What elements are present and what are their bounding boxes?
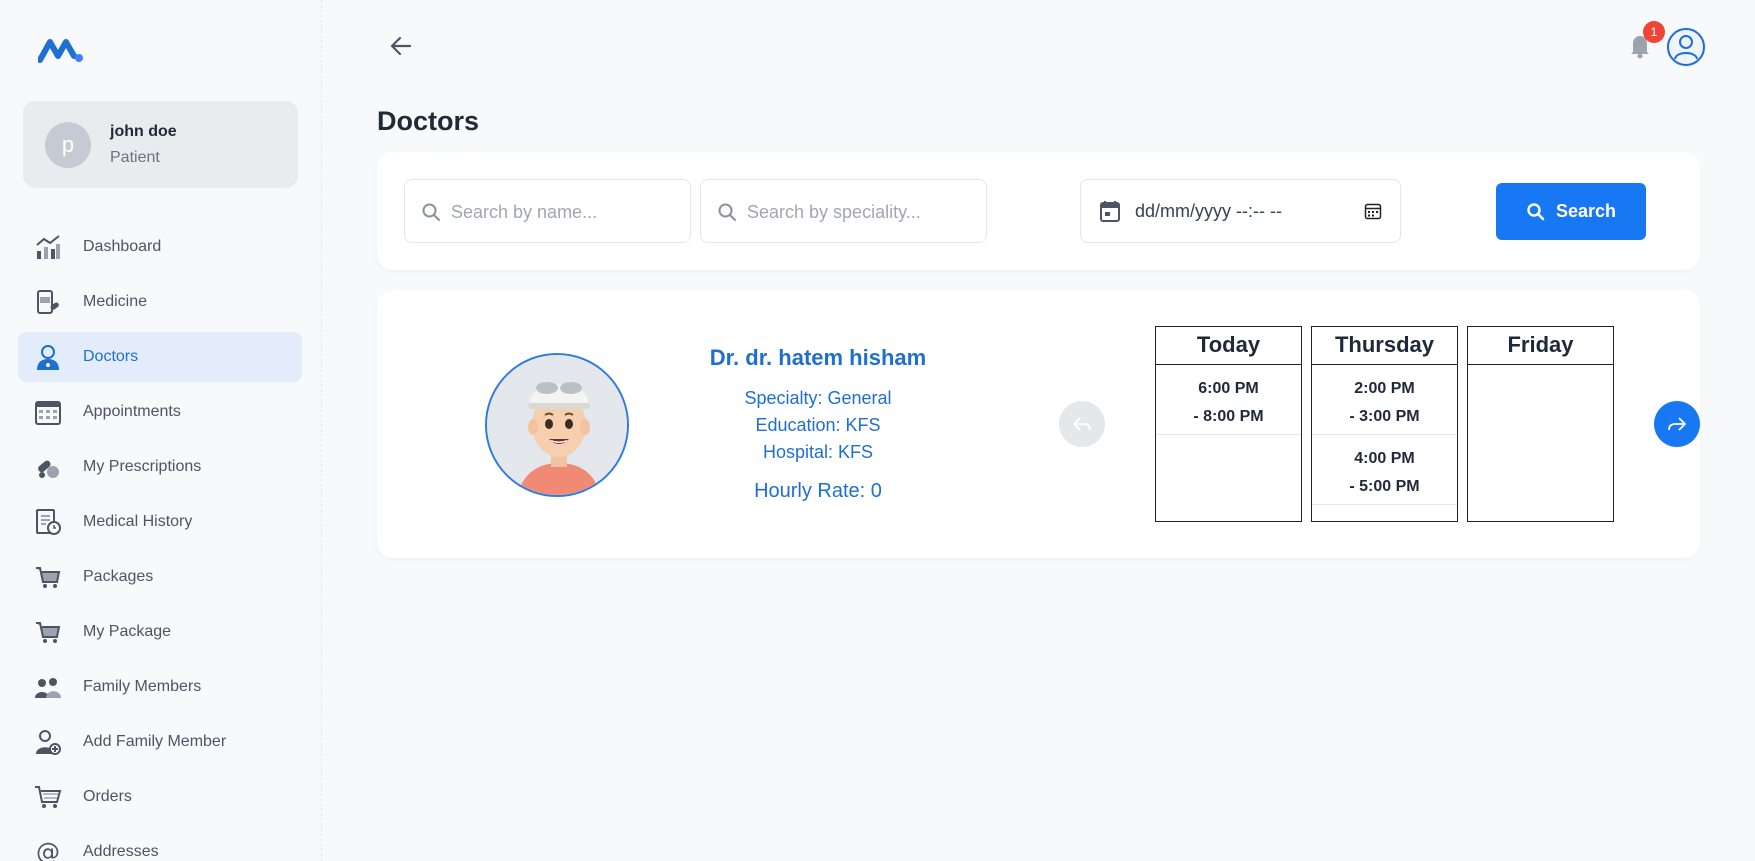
sidebar-item-label: Doctors xyxy=(83,348,139,365)
add-user-icon xyxy=(36,730,61,755)
doctor-cartoon-image xyxy=(487,355,627,495)
sidebar-item-appointments[interactable]: Appointments xyxy=(18,387,302,437)
search-icon xyxy=(1527,202,1545,220)
next-days-button[interactable] xyxy=(1654,401,1700,447)
sidebar-item-dashboard[interactable]: Dashboard xyxy=(18,222,302,272)
doctor-card[interactable]: Dr. dr. hatem hisham Specialty: General … xyxy=(377,290,1700,558)
slot-end: - 3:00 PM xyxy=(1349,408,1420,425)
search-by-speciality-input[interactable] xyxy=(747,190,967,234)
user-name: john doe xyxy=(110,123,177,140)
sidebar-item-label: Medical History xyxy=(83,513,193,530)
sidebar-item-label: Family Members xyxy=(83,678,202,695)
search-button-label: Search xyxy=(1555,201,1617,221)
medicine-icon xyxy=(37,290,59,314)
at-icon: @ xyxy=(36,838,60,861)
doctor-hourly-rate: Hourly Rate: 0 xyxy=(754,480,882,502)
cart-icon xyxy=(36,567,61,588)
avatar: p xyxy=(45,122,91,168)
schedule-day-thursday: Thursday 2:00 PM - 3:00 PM 4:00 PM - 5:0… xyxy=(1311,326,1458,522)
slot-end: - 8:00 PM xyxy=(1193,408,1264,425)
doctor-name[interactable]: Dr. dr. hatem hisham xyxy=(637,345,999,371)
svg-text:@: @ xyxy=(36,838,60,861)
sidebar-item-label: Orders xyxy=(83,788,132,805)
back-arrow-icon[interactable] xyxy=(388,33,414,59)
sidebar: p john doe Patient Dashboard Medicine Do… xyxy=(0,0,322,861)
slot-start: 2:00 PM xyxy=(1354,380,1415,397)
slot-end: - 5:00 PM xyxy=(1349,478,1420,495)
calendar-icon xyxy=(35,401,61,425)
sidebar-item-packages[interactable]: Packages xyxy=(18,552,302,602)
doctor-avatar xyxy=(485,353,629,497)
sidebar-item-doctors[interactable]: Doctors xyxy=(18,332,302,382)
schedule-day-today: Today 6:00 PM - 8:00 PM xyxy=(1155,326,1302,522)
sidebar-nav: Dashboard Medicine Doctors Appointments xyxy=(18,222,302,861)
day-heading: Today xyxy=(1156,327,1301,365)
undo-arrow-icon xyxy=(1073,417,1091,431)
sidebar-item-my-package[interactable]: My Package xyxy=(18,607,302,657)
notification-badge: 1 xyxy=(1643,21,1665,43)
day-heading: Friday xyxy=(1468,327,1613,365)
sidebar-item-label: Add Family Member xyxy=(83,733,227,750)
sidebar-item-family-members[interactable]: Family Members xyxy=(18,662,302,712)
page-title: Doctors xyxy=(377,106,480,136)
sidebar-item-label: Addresses xyxy=(83,843,159,860)
sidebar-item-add-family-member[interactable]: Add Family Member xyxy=(18,717,302,767)
sidebar-item-label: Appointments xyxy=(83,403,181,420)
search-button[interactable]: Search xyxy=(1496,183,1646,240)
search-icon xyxy=(422,203,440,221)
date-picker-icon[interactable] xyxy=(1364,202,1382,220)
schedule-day-friday: Friday xyxy=(1467,326,1614,522)
slot-start: 4:00 PM xyxy=(1354,450,1415,467)
sidebar-item-my-prescriptions[interactable]: My Prescriptions xyxy=(18,442,302,492)
family-icon xyxy=(35,678,61,698)
doctor-education: Education: KFS xyxy=(755,415,881,435)
time-slot[interactable]: 2:00 PM - 3:00 PM xyxy=(1312,365,1457,435)
history-icon xyxy=(36,509,61,535)
sidebar-item-label: Packages xyxy=(83,568,154,585)
sidebar-item-medicine[interactable]: Medicine xyxy=(18,277,302,327)
slot-start: 6:00 PM xyxy=(1198,380,1259,397)
date-time-value: dd/mm/yyyy --:-- -- xyxy=(1135,201,1282,221)
previous-days-button[interactable] xyxy=(1059,401,1105,447)
search-card: dd/mm/yyyy --:-- -- Search xyxy=(377,152,1700,270)
doctor-hospital: Hospital: KFS xyxy=(762,442,874,462)
pills-icon xyxy=(38,460,59,478)
time-slot[interactable]: 4:00 PM - 5:00 PM xyxy=(1312,435,1457,505)
sidebar-item-label: Medicine xyxy=(83,293,148,310)
sidebar-item-addresses[interactable]: @ Addresses xyxy=(18,827,302,861)
profile-avatar-icon[interactable] xyxy=(1666,27,1706,67)
name-search-field xyxy=(404,179,691,243)
day-heading: Thursday xyxy=(1312,327,1457,365)
user-role: Patient xyxy=(110,149,160,166)
search-icon xyxy=(718,203,736,221)
cart-icon xyxy=(36,622,61,643)
sidebar-item-label: My Prescriptions xyxy=(83,458,202,475)
speciality-search-field xyxy=(700,179,987,243)
time-slot[interactable]: 6:00 PM - 8:00 PM xyxy=(1156,365,1301,435)
chart-icon xyxy=(36,235,60,259)
cart-icon xyxy=(35,786,62,808)
app-logo[interactable] xyxy=(38,36,84,64)
sidebar-item-orders[interactable]: Orders xyxy=(18,772,302,822)
calendar-icon xyxy=(1100,201,1120,222)
date-time-input[interactable]: dd/mm/yyyy --:-- -- xyxy=(1080,179,1401,243)
sidebar-item-label: My Package xyxy=(83,623,172,640)
redo-arrow-icon xyxy=(1668,417,1686,431)
search-by-name-input[interactable] xyxy=(451,190,671,234)
user-card[interactable]: p john doe Patient xyxy=(23,101,298,188)
doctor-icon xyxy=(37,345,59,370)
sidebar-item-label: Dashboard xyxy=(83,238,162,255)
sidebar-item-medical-history[interactable]: Medical History xyxy=(18,497,302,547)
doctor-specialty: Specialty: General xyxy=(744,388,892,408)
